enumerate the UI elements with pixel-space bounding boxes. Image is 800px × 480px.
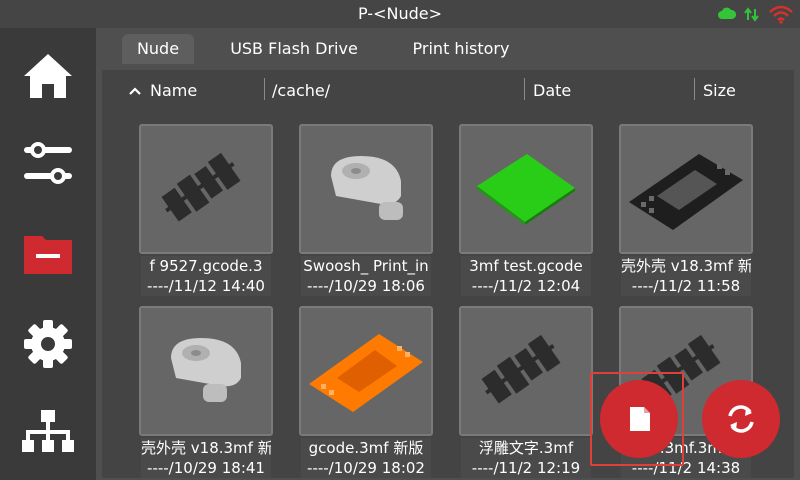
file-thumbnail	[299, 306, 433, 436]
home-icon	[18, 46, 78, 106]
file-date: ----/11/12 14:40	[141, 276, 271, 296]
refresh-icon	[702, 380, 780, 458]
file-date: ----/11/2 12:19	[461, 458, 591, 478]
file-thumbnail	[619, 124, 753, 254]
green-plate-thumbnail	[477, 154, 575, 225]
wifi-icon	[768, 4, 794, 24]
text-relief-thumbnail	[161, 152, 241, 222]
title-bar: P-<Nude>	[0, 0, 800, 28]
current-path: /cache/	[272, 81, 331, 100]
orange-case-thumbnail	[309, 334, 423, 412]
file-date: ----/10/29 18:06	[301, 276, 431, 296]
black-case-thumbnail	[629, 154, 743, 230]
text-relief-thumbnail	[481, 334, 561, 404]
file-name: Swoosh_ Print_in	[301, 256, 431, 276]
sliders-icon	[18, 134, 78, 194]
tab-nude[interactable]: Nude	[122, 34, 194, 64]
file-card[interactable]: 壳外壳 v18.3mf 新 ----/10/29 18:41	[139, 306, 273, 478]
column-header-size[interactable]: Size	[703, 80, 736, 102]
file-thumbnail	[459, 124, 593, 254]
tab-print-history[interactable]: Print history	[396, 34, 526, 64]
column-divider	[264, 78, 265, 100]
refresh-button[interactable]	[702, 380, 780, 458]
file-date: ----/11/2 12:04	[461, 276, 591, 296]
file-name: 浮雕文字.3mf	[461, 438, 591, 458]
sidebar-item-files[interactable]	[18, 224, 78, 284]
file-card[interactable]: 浮雕文字.3mf ----/11/2 12:19	[459, 306, 593, 478]
sidebar-item-home[interactable]	[18, 46, 78, 106]
folder-icon	[18, 224, 78, 284]
tab-usb-flash-drive[interactable]: USB Flash Drive	[214, 34, 374, 64]
file-name: 壳外壳 v18.3mf 新	[141, 438, 271, 458]
sidebar	[0, 28, 96, 480]
column-divider	[694, 78, 695, 100]
column-header-name[interactable]: Name	[150, 80, 197, 102]
file-card[interactable]: 壳外壳 v18.3mf 新 ----/11/2 11:58	[619, 124, 753, 298]
file-panel: Nude USB Flash Drive Print history Name …	[96, 28, 800, 480]
sidebar-item-controls[interactable]	[18, 134, 78, 194]
grey-part-thumbnail	[171, 338, 241, 402]
network-icon	[18, 404, 78, 464]
file-card[interactable]: gcode.3mf 新版 ----/10/29 18:02	[299, 306, 433, 478]
file-card[interactable]: f 9527.gcode.3 ----/11/12 14:40	[139, 124, 273, 298]
file-name: f 9527.gcode.3	[141, 256, 271, 276]
file-thumbnail	[139, 124, 273, 254]
file-date: ----/11/2 11:58	[621, 276, 751, 296]
gear-icon	[18, 314, 78, 374]
selection-highlight	[590, 372, 684, 466]
file-name: gcode.3mf 新版	[301, 438, 431, 458]
file-thumbnail	[299, 124, 433, 254]
sidebar-item-settings[interactable]	[18, 314, 78, 374]
sidebar-item-network[interactable]	[18, 404, 78, 464]
grey-part-thumbnail	[331, 156, 403, 220]
file-card[interactable]: Swoosh_ Print_in ----/10/29 18:06	[299, 124, 433, 298]
window-title: P-<Nude>	[358, 4, 442, 23]
file-name: 壳外壳 v18.3mf 新	[621, 256, 751, 276]
column-divider	[524, 78, 525, 100]
file-thumbnail	[139, 306, 273, 436]
transfer-icon	[744, 4, 760, 24]
file-date: ----/10/29 18:41	[141, 458, 271, 478]
file-name: 3mf test.gcode	[461, 256, 591, 276]
file-thumbnail	[459, 306, 593, 436]
column-header-date[interactable]: Date	[533, 80, 571, 102]
sort-ascending-icon[interactable]	[128, 80, 142, 102]
file-card[interactable]: 3mf test.gcode ----/11/2 12:04	[459, 124, 593, 298]
cloud-icon	[718, 4, 736, 24]
file-list: Name /cache/ Date Size f 9527.gcode.3 --…	[102, 70, 794, 478]
file-date: ----/10/29 18:02	[301, 458, 431, 478]
